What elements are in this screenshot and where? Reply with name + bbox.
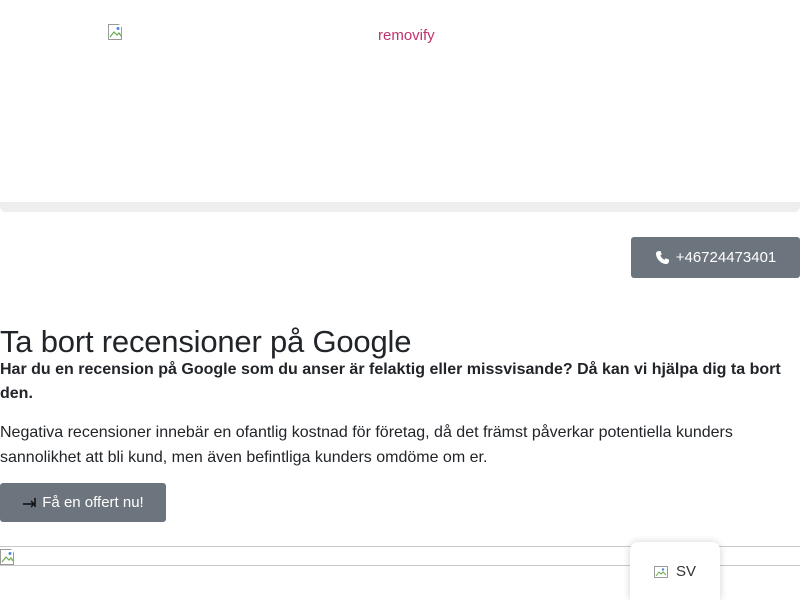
page: removify +46724473401 Ta bort recensione…	[0, 0, 800, 600]
arrow-right-icon	[22, 495, 38, 511]
phone-button[interactable]: +46724473401	[631, 237, 800, 278]
flag-icon	[653, 565, 670, 578]
get-quote-label: Få en offert nu!	[42, 494, 144, 511]
phone-icon	[655, 250, 670, 265]
language-code: SV	[675, 562, 696, 580]
body-text: Negativa recensioner innebär en ofantlig…	[0, 424, 733, 466]
header-divider	[0, 202, 800, 212]
phone-number: +46724473401	[675, 249, 777, 266]
broken-image-icon	[108, 24, 124, 40]
page-title: Ta bort recensioner på Google	[0, 324, 412, 359]
logo-alt-text[interactable]: removify	[378, 27, 435, 44]
language-switcher[interactable]: SV	[630, 542, 720, 600]
logo-image[interactable]	[108, 24, 124, 40]
lead-text: Har du en recension på Google som du ans…	[0, 361, 781, 402]
broken-image-icon	[0, 549, 16, 565]
get-quote-button[interactable]: Få en offert nu!	[0, 483, 166, 522]
